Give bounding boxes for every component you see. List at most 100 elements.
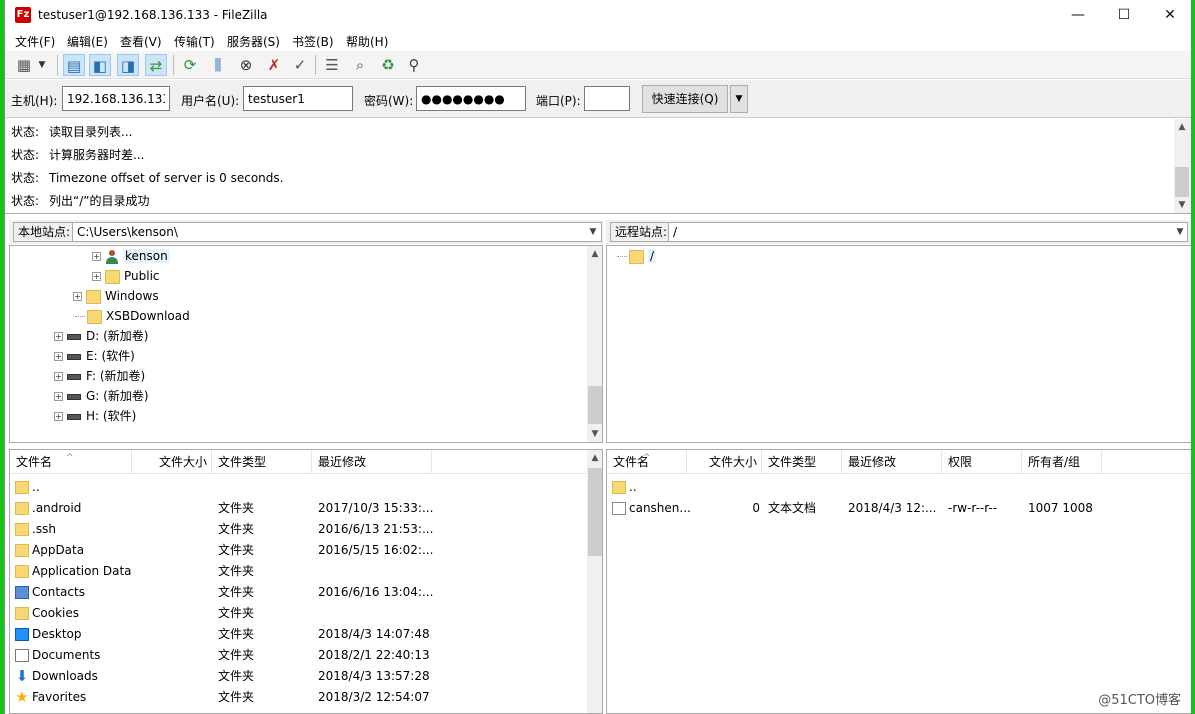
host-input[interactable] (62, 86, 170, 111)
col-filesize[interactable]: 文件大小 (132, 450, 212, 474)
file-modified: 2016/6/13 21:53:... (318, 522, 434, 536)
menu-file[interactable]: 文件(F) (15, 33, 55, 50)
log-line: 状态: Timezone offset of server is 0 second… (11, 171, 284, 185)
file-row[interactable]: Cookies 文件夹 (10, 603, 602, 624)
scroll-thumb[interactable] (1175, 167, 1189, 197)
file-modified: 2018/4/3 12:... (848, 501, 937, 515)
search-icon[interactable]: ⚲ (403, 54, 425, 76)
username-input[interactable] (243, 86, 353, 111)
quickconnect-button[interactable]: 快速连接(Q) (642, 85, 728, 113)
col-owner[interactable]: 所有者/组 (1022, 450, 1102, 474)
file-row[interactable]: Documents 文件夹 2018/2/1 22:40:13 (10, 645, 602, 666)
folder-icon (15, 544, 29, 557)
menu-edit[interactable]: 编辑(E) (67, 33, 108, 50)
menu-view[interactable]: 查看(V) (120, 33, 162, 50)
scroll-thumb[interactable] (588, 468, 602, 556)
local-file-list: 文件名 ^ 文件大小 文件类型 最近修改 .. .android 文件夹 2017/10… (9, 449, 603, 714)
cancel-icon[interactable]: ⊗ (235, 54, 257, 76)
scroll-up-icon[interactable]: ▲ (587, 246, 602, 262)
log-scrollbar[interactable]: ▲ ▼ (1174, 119, 1190, 213)
remote-path-dropdown-icon[interactable]: ▼ (1172, 222, 1188, 242)
filter-icon[interactable]: ☰ (321, 54, 343, 76)
file-row[interactable]: .ssh 文件夹 2016/6/13 21:53:... (10, 519, 602, 540)
file-row[interactable]: canshen... 0 文本文档 2018/4/3 12:... -rw-r--r--… (607, 498, 1191, 519)
remote-site-bar: 远程站点: / ▼ (606, 220, 1191, 244)
file-perms: -rw-r--r-- (948, 501, 998, 515)
tree-item-drive-e[interactable]: + E: (软件) (54, 346, 135, 366)
tree-item-drive-f[interactable]: + F: (新加卷) (54, 366, 145, 386)
scroll-thumb[interactable] (588, 386, 602, 424)
maximize-button[interactable]: ☐ (1101, 0, 1147, 30)
sync-browse-icon[interactable]: ♻ (377, 54, 399, 76)
local-path-dropdown-icon[interactable]: ▼ (585, 222, 601, 242)
close-button[interactable]: ✕ (1147, 0, 1191, 30)
file-row[interactable]: ★ Favorites 文件夹 2018/3/2 12:54:07 (10, 687, 602, 708)
col-filetype[interactable]: 文件类型 (212, 450, 312, 474)
drive-icon (67, 373, 81, 380)
quickconnect-dropdown-icon[interactable]: ▼ (730, 85, 748, 113)
file-name: Contacts (15, 582, 133, 603)
menu-transfer[interactable]: 传输(T) (174, 33, 215, 50)
scroll-up-icon[interactable]: ▲ (1174, 119, 1190, 135)
toggle-remote-tree-icon[interactable]: ◨ (117, 54, 139, 76)
toolbar-separator (315, 55, 316, 75)
file-row[interactable]: ⬇ Downloads 文件夹 2018/4/3 13:57:28 (10, 666, 602, 687)
file-name: .android (15, 498, 133, 519)
menu-server[interactable]: 服务器(S) (227, 33, 280, 50)
tree-item-drive-d[interactable]: + D: (新加卷) (54, 326, 148, 346)
file-row[interactable]: .. (10, 477, 602, 498)
process-queue-icon[interactable]: ⫼ (207, 54, 229, 76)
toggle-queue-icon[interactable]: ⇄ (145, 54, 167, 76)
file-row[interactable]: Contacts 文件夹 2016/6/16 13:04:... (10, 582, 602, 603)
reconnect-icon[interactable]: ✓ (289, 54, 311, 76)
scroll-down-icon[interactable]: ▼ (587, 426, 602, 442)
folder-icon (86, 289, 101, 304)
remote-tree: / (606, 245, 1191, 443)
refresh-icon[interactable]: ⟳ (179, 54, 201, 76)
tree-item-windows[interactable]: + Windows (73, 286, 159, 306)
file-row[interactable]: AppData 文件夹 2016/5/15 16:02:... (10, 540, 602, 561)
site-manager-dropdown-icon[interactable]: ▼ (35, 54, 49, 76)
tree-item-public[interactable]: + Public (92, 266, 160, 286)
tree-item-xsbdownload[interactable]: XSBDownload (75, 306, 190, 326)
file-row[interactable]: Desktop 文件夹 2018/4/3 14:07:48 (10, 624, 602, 645)
col-filesize[interactable]: 文件大小 (687, 450, 762, 474)
col-filename[interactable]: 文件名 ^ (10, 450, 132, 474)
port-input[interactable] (584, 86, 630, 111)
file-row[interactable]: Application Data 文件夹 (10, 561, 602, 582)
file-type: 文件夹 (218, 627, 255, 641)
tree-item-drive-h[interactable]: + H: (软件) (54, 406, 136, 426)
contacts-icon (15, 586, 29, 599)
password-input[interactable] (416, 86, 526, 111)
file-name: canshen... (612, 498, 690, 519)
local-tree-scrollbar[interactable]: ▲ ▼ (587, 246, 602, 442)
col-modified[interactable]: 最近修改 (842, 450, 942, 474)
col-filename[interactable]: 文件名 ^ (607, 450, 687, 474)
minimize-button[interactable]: — (1055, 0, 1101, 30)
local-tree: + kenson + Public + Windows XSBDownload + D:… (9, 245, 603, 443)
file-row[interactable]: .android 文件夹 2017/10/3 15:33:... (10, 498, 602, 519)
local-list-scrollbar[interactable]: ▲ (587, 450, 602, 713)
col-permissions[interactable]: 权限 (942, 450, 1022, 474)
toggle-local-tree-icon[interactable]: ◧ (89, 54, 111, 76)
file-modified: 2018/4/3 14:07:48 (318, 627, 430, 641)
col-modified[interactable]: 最近修改 (312, 450, 432, 474)
tree-item-drive-g[interactable]: + G: (新加卷) (54, 386, 149, 406)
scroll-up-icon[interactable]: ▲ (587, 450, 602, 466)
site-manager-icon[interactable]: ▦ (13, 54, 35, 76)
disconnect-icon[interactable]: ✗ (263, 54, 285, 76)
menu-help[interactable]: 帮助(H) (346, 33, 388, 50)
password-label: 密码(W): (364, 94, 414, 108)
col-filetype[interactable]: 文件类型 (762, 450, 842, 474)
toggle-log-icon[interactable]: ▤ (63, 54, 85, 76)
remote-path-input[interactable]: / (668, 222, 1188, 242)
file-row[interactable]: .. (607, 477, 1191, 498)
scroll-down-icon[interactable]: ▼ (1174, 197, 1190, 213)
remote-file-list: 文件名 ^ 文件大小 文件类型 最近修改 权限 所有者/组 .. canshen..… (606, 449, 1191, 714)
port-label: 端口(P): (536, 94, 581, 108)
tree-item-kenson[interactable]: + kenson (92, 246, 170, 266)
local-path-input[interactable]: C:\Users\kenson\ (72, 222, 602, 242)
compare-icon[interactable]: ⌕ (349, 54, 371, 76)
menu-bookmarks[interactable]: 书签(B) (292, 33, 334, 50)
tree-item-root[interactable]: / (617, 246, 657, 266)
